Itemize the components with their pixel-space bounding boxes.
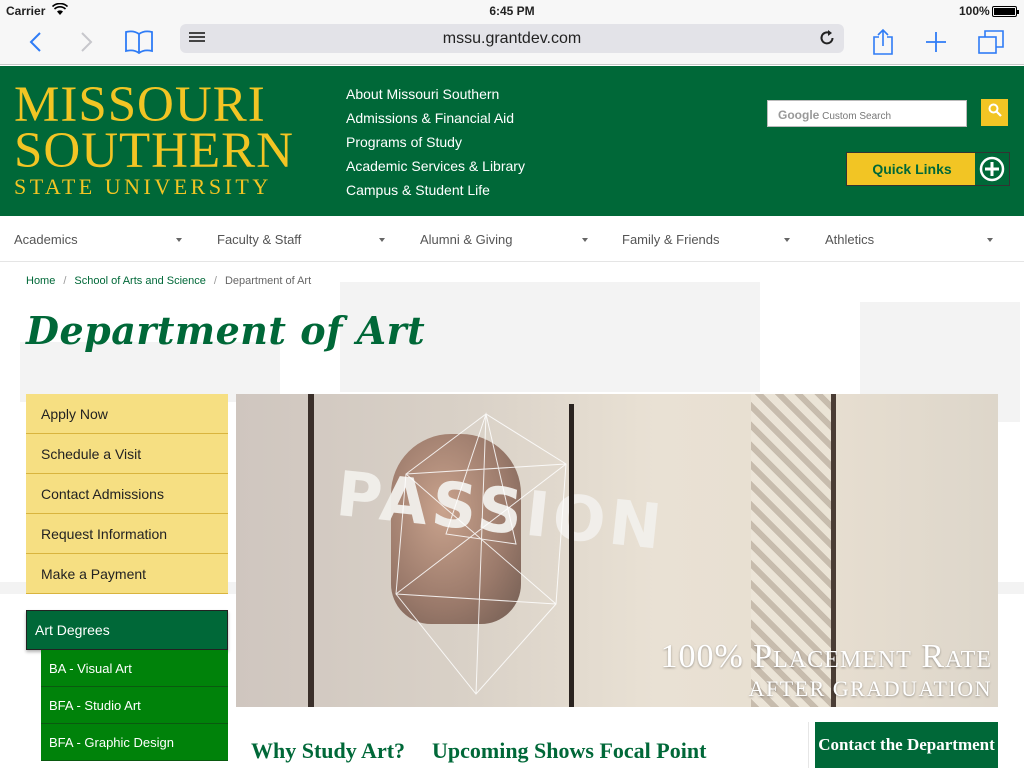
- breadcrumb: Home / School of Arts and Science / Departme…: [26, 275, 311, 287]
- search-brand: Google: [778, 108, 820, 122]
- menu-make-payment[interactable]: Make a Payment: [26, 554, 228, 594]
- link-admissions[interactable]: Admissions & Financial Aid: [346, 106, 525, 130]
- breadcrumb-home[interactable]: Home: [26, 275, 55, 287]
- menu-request-information[interactable]: Request Information: [26, 514, 228, 554]
- main-nav: Academics Faculty & Staff Alumni & Givin…: [0, 216, 1024, 262]
- nav-label: Faculty & Staff: [217, 231, 302, 247]
- chevron-down-icon[interactable]: [987, 238, 993, 242]
- nav-label: Family & Friends: [622, 231, 720, 247]
- nav-label: Academics: [14, 231, 78, 247]
- why-study-art-heading: Why Study Art?: [251, 738, 406, 763]
- chevron-down-icon[interactable]: [379, 238, 385, 242]
- art-degrees-heading[interactable]: Art Degrees: [26, 610, 228, 650]
- quick-links-label: Quick Links: [872, 161, 952, 177]
- art-degrees-list: BA - Visual Art BFA - Studio Art BFA - G…: [41, 650, 228, 761]
- nav-label: Athletics: [825, 231, 875, 247]
- search-button[interactable]: [981, 99, 1008, 126]
- plus-circle-icon: [975, 153, 1009, 185]
- link-academic-services[interactable]: Academic Services & Library: [346, 154, 525, 178]
- menu-schedule-visit[interactable]: Schedule a Visit: [26, 434, 228, 474]
- hero-caption-sub: AFTER GRADUATION: [748, 676, 992, 701]
- reload-icon[interactable]: [818, 29, 836, 47]
- degree-bfa-graphic-design[interactable]: BFA - Graphic Design: [41, 724, 228, 761]
- hero-caption-main: 100% Placement Rate: [660, 638, 992, 675]
- battery-percent: 100%: [959, 4, 990, 18]
- logo-line-1: MISSOURI: [14, 77, 266, 133]
- chevron-down-icon[interactable]: [784, 238, 790, 242]
- nav-label: Alumni & Giving: [420, 231, 513, 247]
- column-divider: [808, 722, 809, 768]
- share-icon[interactable]: [868, 26, 898, 58]
- address-bar[interactable]: mssu.grantdev.com: [180, 24, 844, 53]
- breadcrumb-separator: /: [213, 275, 217, 287]
- bookmarks-icon[interactable]: [122, 26, 156, 58]
- back-icon[interactable]: [22, 26, 48, 58]
- hero-frame: [569, 404, 574, 707]
- top-links: About Missouri Southern Admissions & Fin…: [346, 82, 525, 202]
- breadcrumb-school[interactable]: School of Arts and Science: [74, 275, 205, 287]
- menu-contact-admissions[interactable]: Contact Admissions: [26, 474, 228, 514]
- menu-apply-now[interactable]: Apply Now: [26, 394, 228, 434]
- nav-alumni-giving[interactable]: Alumni & Giving: [420, 216, 512, 262]
- chevron-down-icon[interactable]: [582, 238, 588, 242]
- nav-faculty-staff[interactable]: Faculty & Staff: [217, 216, 301, 262]
- new-tab-icon[interactable]: [921, 26, 951, 58]
- chevron-down-icon[interactable]: [176, 238, 182, 242]
- breadcrumb-current: Department of Art: [224, 275, 312, 287]
- page-title: Department of Art: [26, 308, 426, 353]
- url-text[interactable]: mssu.grantdev.com: [180, 30, 844, 48]
- search-placeholder: Custom Search: [822, 111, 892, 122]
- quick-links-button[interactable]: Quick Links: [846, 152, 1010, 186]
- side-menu: Apply Now Schedule a Visit Contact Admis…: [26, 394, 228, 594]
- logo-line-2: SOUTHERN: [14, 123, 295, 179]
- nav-academics[interactable]: Academics: [14, 216, 78, 262]
- nav-family-friends[interactable]: Family & Friends: [622, 216, 720, 262]
- university-logo[interactable]: MISSOURI SOUTHERN STATE UNIVERSITY: [14, 77, 334, 200]
- degree-bfa-studio-art[interactable]: BFA - Studio Art: [41, 687, 228, 724]
- degree-ba-visual-art[interactable]: BA - Visual Art: [41, 650, 228, 687]
- status-bar: Carrier 6:45 PM 100%: [0, 0, 1024, 22]
- link-campus-life[interactable]: Campus & Student Life: [346, 178, 525, 202]
- battery-icon: [992, 6, 1019, 17]
- site-header: MISSOURI SOUTHERN STATE UNIVERSITY About…: [0, 66, 1024, 216]
- contact-department-box[interactable]: Contact the Department: [815, 722, 998, 768]
- hero-banner[interactable]: PASSION 100% Placement Rate AFTER GRADUA…: [236, 394, 998, 707]
- tabs-icon[interactable]: [975, 26, 1007, 58]
- upcoming-shows-heading: Upcoming Shows Focal Point: [432, 738, 707, 763]
- search-icon: [988, 103, 1002, 122]
- hero-geometric-lines: [395, 412, 567, 695]
- breadcrumb-separator: /: [63, 275, 67, 287]
- link-programs[interactable]: Programs of Study: [346, 130, 525, 154]
- search-input[interactable]: Google Custom Search: [767, 100, 967, 127]
- nav-athletics[interactable]: Athletics: [825, 216, 874, 262]
- hero-frame: [308, 394, 314, 707]
- clock: 6:45 PM: [489, 4, 535, 18]
- link-about[interactable]: About Missouri Southern: [346, 82, 525, 106]
- browser-toolbar: mssu.grantdev.com: [0, 22, 1024, 65]
- forward-icon[interactable]: [74, 26, 100, 58]
